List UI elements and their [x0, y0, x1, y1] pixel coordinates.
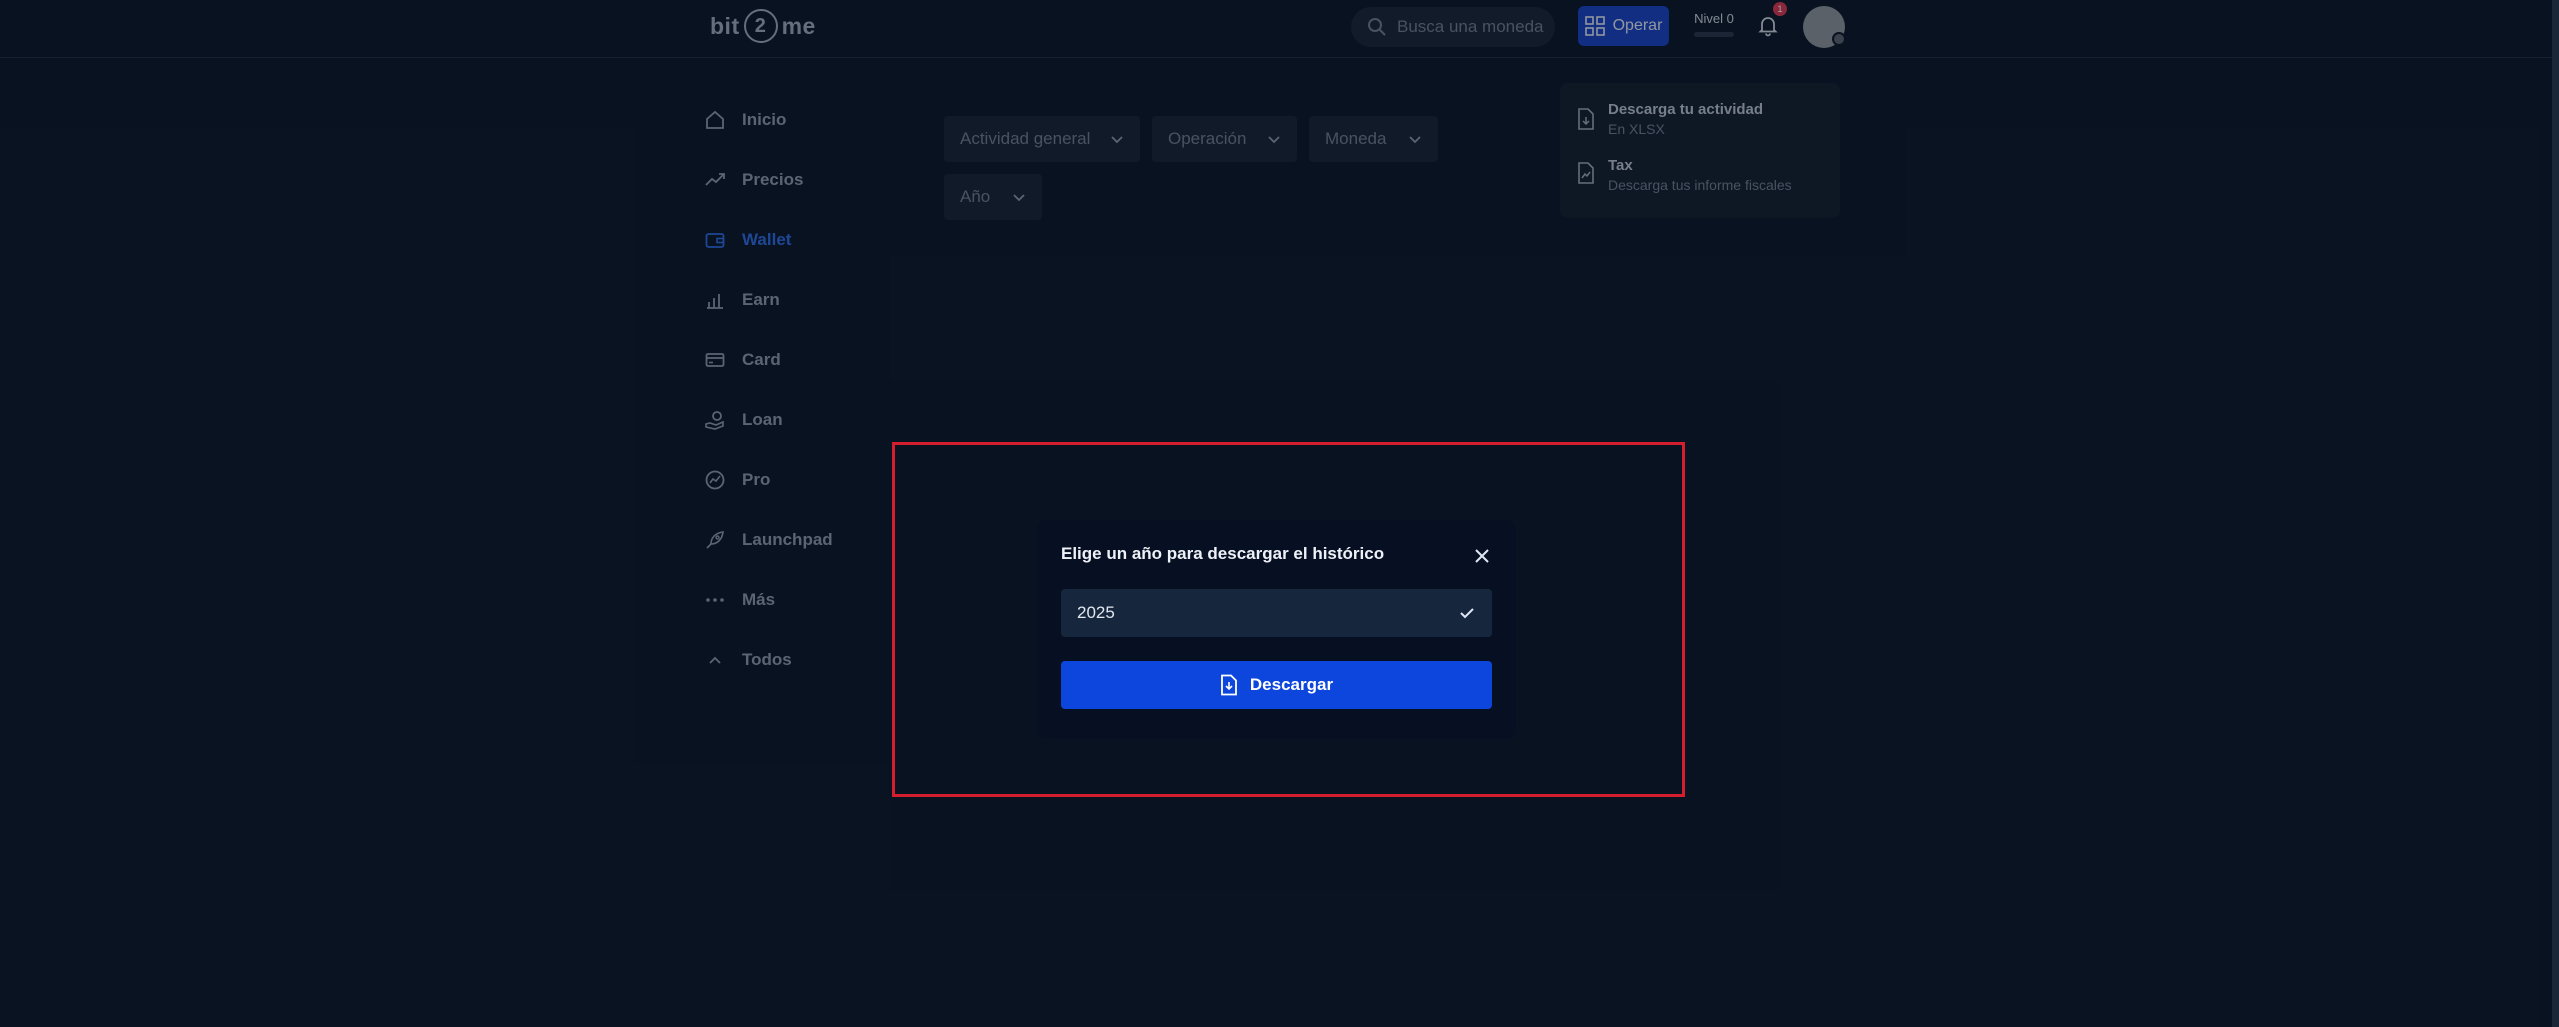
wallet-icon [704, 229, 726, 251]
sidebar: Inicio Precios Wallet Earn Card Loan Pro… [704, 90, 904, 690]
level-progress [1694, 32, 1734, 37]
sidebar-item-label: Más [742, 590, 776, 609]
sidebar-item-todos[interactable]: Todos [704, 630, 904, 690]
earn-icon [704, 289, 726, 311]
operar-button[interactable]: Operar [1578, 6, 1669, 46]
sidebar-item-label: Launchpad [742, 530, 833, 549]
modal-title: Elige un año para descargar el histórico [1061, 544, 1385, 563]
check-icon [1460, 608, 1474, 619]
currency-filter[interactable]: Moneda [1309, 116, 1438, 162]
sidebar-item-inicio[interactable]: Inicio [704, 90, 904, 150]
sidebar-item-loan[interactable]: Loan [704, 390, 904, 450]
download-button[interactable]: Descargar [1061, 661, 1492, 709]
year-filter[interactable]: Año [944, 174, 1042, 220]
operation-filter-label: Operación [1168, 129, 1247, 148]
search-icon [1368, 18, 1386, 36]
trend-icon [704, 169, 726, 191]
page-scrollbar[interactable] [2552, 0, 2559, 1027]
grid-icon [1584, 16, 1605, 36]
logo-text-me: me [781, 12, 816, 39]
chevron-down-icon [1013, 194, 1025, 202]
currency-filter-label: Moneda [1325, 129, 1387, 148]
tax-file-icon [1578, 162, 1594, 184]
more-icon [704, 589, 726, 611]
sidebar-item-wallet[interactable]: Wallet [704, 210, 904, 270]
file-download-icon [1578, 108, 1594, 130]
notification-badge: 1 [1773, 2, 1787, 16]
download-activity-format: En XLSX [1608, 121, 1665, 137]
sidebar-item-earn[interactable]: Earn [704, 270, 904, 330]
sidebar-item-pro[interactable]: Pro [704, 450, 904, 510]
pro-icon [704, 469, 726, 491]
year-select[interactable]: 2025 [1061, 589, 1492, 637]
bell-icon[interactable] [1756, 13, 1780, 37]
file-download-icon [1221, 674, 1237, 696]
avatar-status-dot [1832, 32, 1846, 46]
sidebar-item-launchpad[interactable]: Launchpad [704, 510, 904, 570]
operation-filter[interactable]: Operación [1152, 116, 1297, 162]
search-input[interactable]: Busca una moneda [1351, 7, 1555, 47]
sidebar-item-label: Inicio [742, 110, 787, 129]
tax-link[interactable]: Tax Descarga tus informe fiscales [1576, 157, 1824, 193]
sidebar-item-label: Pro [742, 470, 771, 489]
activity-filter-label: Actividad general [960, 129, 1091, 148]
download-button-label: Descargar [1249, 675, 1334, 694]
sidebar-item-label: Card [742, 350, 781, 369]
bit2me-logo[interactable]: bit 2 me [710, 8, 816, 44]
level-label[interactable]: Nivel 0 [1692, 11, 1736, 26]
year-filter-label: Año [960, 187, 991, 206]
sidebar-item-label: Todos [742, 650, 792, 669]
year-download-modal: Elige un año para descargar el histórico… [1037, 520, 1516, 739]
download-activity-title: Descarga tu actividad [1608, 101, 1764, 118]
year-select-value: 2025 [1077, 603, 1115, 622]
home-icon [704, 109, 726, 131]
download-activity-link[interactable]: Descarga tu actividad En XLSX [1576, 101, 1824, 137]
logo-text-bit: bit [710, 12, 740, 39]
top-bar: bit 2 me Busca una moneda Operar Nivel 0… [0, 0, 2552, 58]
sidebar-item-label: Wallet [742, 230, 792, 249]
downloads-panel: Descarga tu actividad En XLSX Tax Descar… [1560, 83, 1840, 218]
sidebar-item-precios[interactable]: Precios [704, 150, 904, 210]
sidebar-item-label: Earn [742, 290, 780, 309]
chevron-up-icon [704, 649, 726, 671]
chevron-down-icon [1268, 136, 1280, 144]
logo-circle: 2 [743, 9, 778, 43]
card-icon [704, 349, 726, 371]
logo-text-2: 2 [754, 14, 767, 37]
search-placeholder: Busca una moneda [1397, 17, 1544, 36]
tax-subtitle: Descarga tus informe fiscales [1608, 177, 1792, 193]
rocket-icon [704, 529, 726, 551]
operar-label: Operar [1612, 17, 1663, 34]
sidebar-item-card[interactable]: Card [704, 330, 904, 390]
chevron-down-icon [1111, 136, 1123, 144]
sidebar-item-mas[interactable]: Más [704, 570, 904, 630]
close-icon[interactable] [1472, 546, 1492, 566]
tax-title: Tax [1608, 157, 1633, 174]
sidebar-item-label: Precios [742, 170, 804, 189]
chevron-down-icon [1409, 136, 1421, 144]
loan-icon [704, 409, 726, 431]
activity-filter[interactable]: Actividad general [944, 116, 1140, 162]
sidebar-item-label: Loan [742, 410, 783, 429]
